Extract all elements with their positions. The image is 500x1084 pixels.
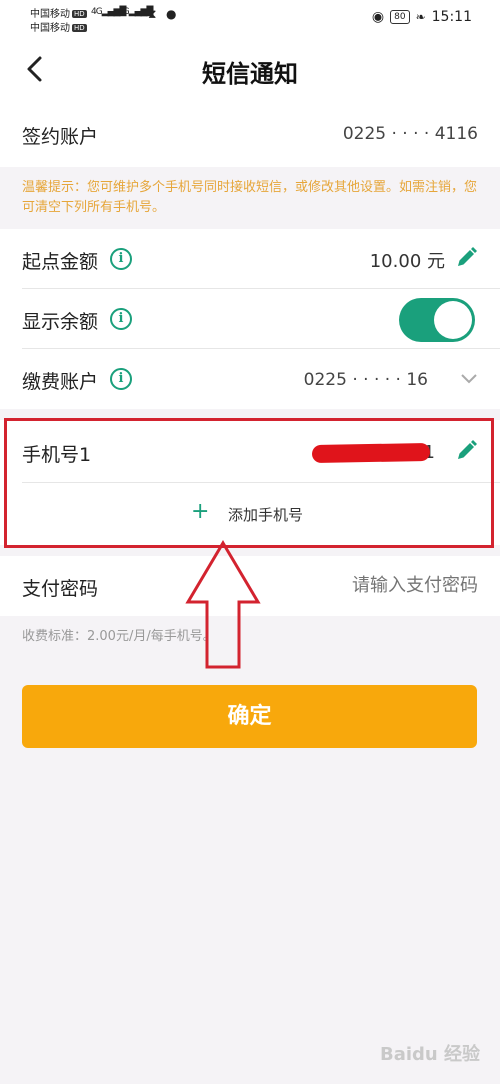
threshold-label: 起点金额 (22, 251, 99, 273)
show-balance-toggle[interactable] (399, 298, 475, 342)
status-bar: 中国移动 HD 中国移动 HD 4G▂▄▆█ 4G▂▄▆█ ⧗ ● ◉ 80 ❧ 1… (0, 0, 500, 36)
info-icon[interactable]: i (110, 368, 132, 390)
status-right: ◉ 80 ❧ 15:11 (372, 9, 472, 25)
password-label: 支付密码 (22, 578, 99, 600)
toggle-knob (434, 301, 472, 339)
page-title: 短信通知 (202, 60, 298, 88)
account-row: 签约账户 0225 · · · · 4116 (0, 102, 500, 167)
confirm-button[interactable]: 确定 (22, 685, 477, 748)
battery-icon: 80 (390, 10, 410, 24)
fee-account-value: 0225 · · · · · 16 (303, 370, 428, 390)
clock-time: 15:11 (431, 9, 472, 25)
eye-icon: ◉ (371, 9, 385, 25)
pencil-icon[interactable] (454, 246, 478, 270)
account-label: 签约账户 (22, 126, 99, 148)
wechat-icon: ● (166, 7, 177, 21)
account-value: 0225 · · · · 4116 (342, 124, 478, 144)
hourglass-icon: ⧗ (148, 7, 157, 21)
tip-text: 温馨提示：您可维护多个手机号同时接收短信，或修改其他设置。如需注销，您可清空下列… (0, 167, 500, 229)
password-input[interactable] (278, 570, 478, 600)
carrier-1: 中国移动 HD (30, 9, 87, 20)
threshold-row[interactable]: 起点金额 i 10.00 元 (0, 229, 500, 289)
chevron-down-icon[interactable] (460, 373, 478, 385)
fee-account-label: 缴费账户 (22, 371, 99, 393)
nav-bar: 短信通知 (0, 36, 500, 102)
leaf-icon: ❧ (415, 10, 426, 24)
carrier-2: 中国移动 HD (30, 23, 87, 34)
arrow-up-annotation (185, 540, 261, 669)
fee-account-row[interactable]: 缴费账户 i 0225 · · · · · 16 (0, 349, 500, 409)
show-balance-label: 显示余额 (22, 311, 99, 333)
info-icon[interactable]: i (110, 308, 132, 330)
info-icon[interactable]: i (110, 248, 132, 270)
highlight-box (4, 418, 494, 548)
watermark-logo: Baidu 经验 (379, 1044, 480, 1065)
threshold-value: 10.00 元 (369, 251, 445, 272)
